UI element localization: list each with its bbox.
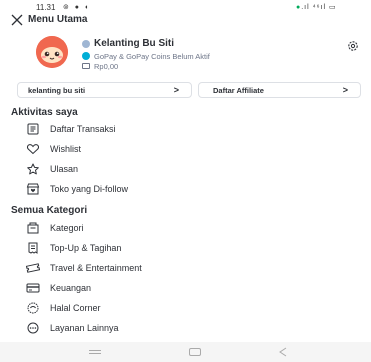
gopay-icon: [82, 52, 90, 60]
affiliate-shortcut-button[interactable]: Daftar Affiliate >: [198, 82, 361, 98]
menu-item-wishlist[interactable]: Wishlist: [0, 139, 371, 159]
avatar[interactable]: [36, 36, 68, 68]
menu-item-reviews[interactable]: Ulasan: [0, 159, 371, 179]
menu-item-finance[interactable]: Keuangan: [0, 278, 371, 298]
membership-badge-icon: [82, 40, 90, 48]
profile-name[interactable]: Kelanting Bu Siti: [94, 38, 174, 49]
menu-label: Layanan Lainnya: [50, 323, 119, 333]
menu-label: Travel & Entertainment: [50, 263, 142, 273]
recent-apps-icon[interactable]: [89, 350, 101, 354]
status-notification-icons: ⊚ ● ◐: [63, 4, 92, 11]
system-nav-bar: [0, 342, 371, 362]
section-title-categories: Semua Kategori: [11, 205, 88, 216]
menu-label: Halal Corner: [50, 303, 101, 313]
chevron-right-icon: >: [173, 85, 179, 95]
signal-battery-icons: .ıl ⁴⁶ıl ▭: [301, 4, 337, 11]
close-icon[interactable]: [11, 14, 23, 26]
status-time: 11.31: [36, 3, 56, 12]
halal-icon: [27, 302, 39, 314]
finance-icon: [26, 283, 40, 293]
receipt-icon: [27, 123, 39, 135]
category-icon: [27, 222, 39, 234]
menu-label: Toko yang Di-follow: [50, 184, 129, 194]
ticket-icon: [26, 263, 40, 273]
star-icon: [27, 163, 39, 175]
more-services-icon: [27, 322, 39, 334]
menu-item-travel-entertainment[interactable]: Travel & Entertainment: [0, 258, 371, 278]
balance-value[interactable]: Rp0,00: [94, 62, 118, 71]
wallet-icon: [82, 63, 90, 69]
bill-icon: [28, 242, 38, 254]
menu-item-category[interactable]: Kategori: [0, 218, 371, 238]
back-icon[interactable]: [278, 347, 288, 357]
status-signal-icons: ●.ıl ⁴⁶ıl ▭: [296, 3, 337, 11]
status-bar: 11.31 ⊚ ● ◐ ●.ıl ⁴⁶ıl ▭: [0, 0, 371, 14]
menu-label: Daftar Transaksi: [50, 124, 116, 134]
shop-shortcut-button[interactable]: kelanting bu siti >: [17, 82, 192, 98]
gopay-status[interactable]: GoPay & GoPay Coins Belum Aktif: [94, 52, 210, 61]
menu-item-transactions[interactable]: Daftar Transaksi: [0, 119, 371, 139]
shop-shortcut-label: kelanting bu siti: [28, 86, 86, 95]
followed-store-icon: [26, 183, 40, 195]
menu-item-other-services[interactable]: Layanan Lainnya: [0, 318, 371, 338]
menu-label: Kategori: [50, 223, 84, 233]
avatar-face-icon: [36, 36, 68, 68]
menu-label: Keuangan: [50, 283, 92, 293]
gear-icon[interactable]: [347, 40, 359, 52]
heart-icon: [26, 144, 40, 155]
menu-item-topup-bills[interactable]: Top-Up & Tagihan: [0, 238, 371, 258]
section-title-activity: Aktivitas saya: [11, 107, 78, 118]
menu-item-followed-stores[interactable]: Toko yang Di-follow: [0, 179, 371, 199]
menu-label: Wishlist: [50, 144, 81, 154]
menu-label: Ulasan: [50, 164, 79, 174]
menu-label: Top-Up & Tagihan: [50, 243, 122, 253]
home-icon[interactable]: [189, 348, 201, 356]
menu-item-halal-corner[interactable]: Halal Corner: [0, 298, 371, 318]
affiliate-shortcut-label: Daftar Affiliate: [213, 86, 264, 95]
page-title: Menu Utama: [28, 14, 88, 25]
chevron-right-icon: >: [342, 85, 348, 95]
